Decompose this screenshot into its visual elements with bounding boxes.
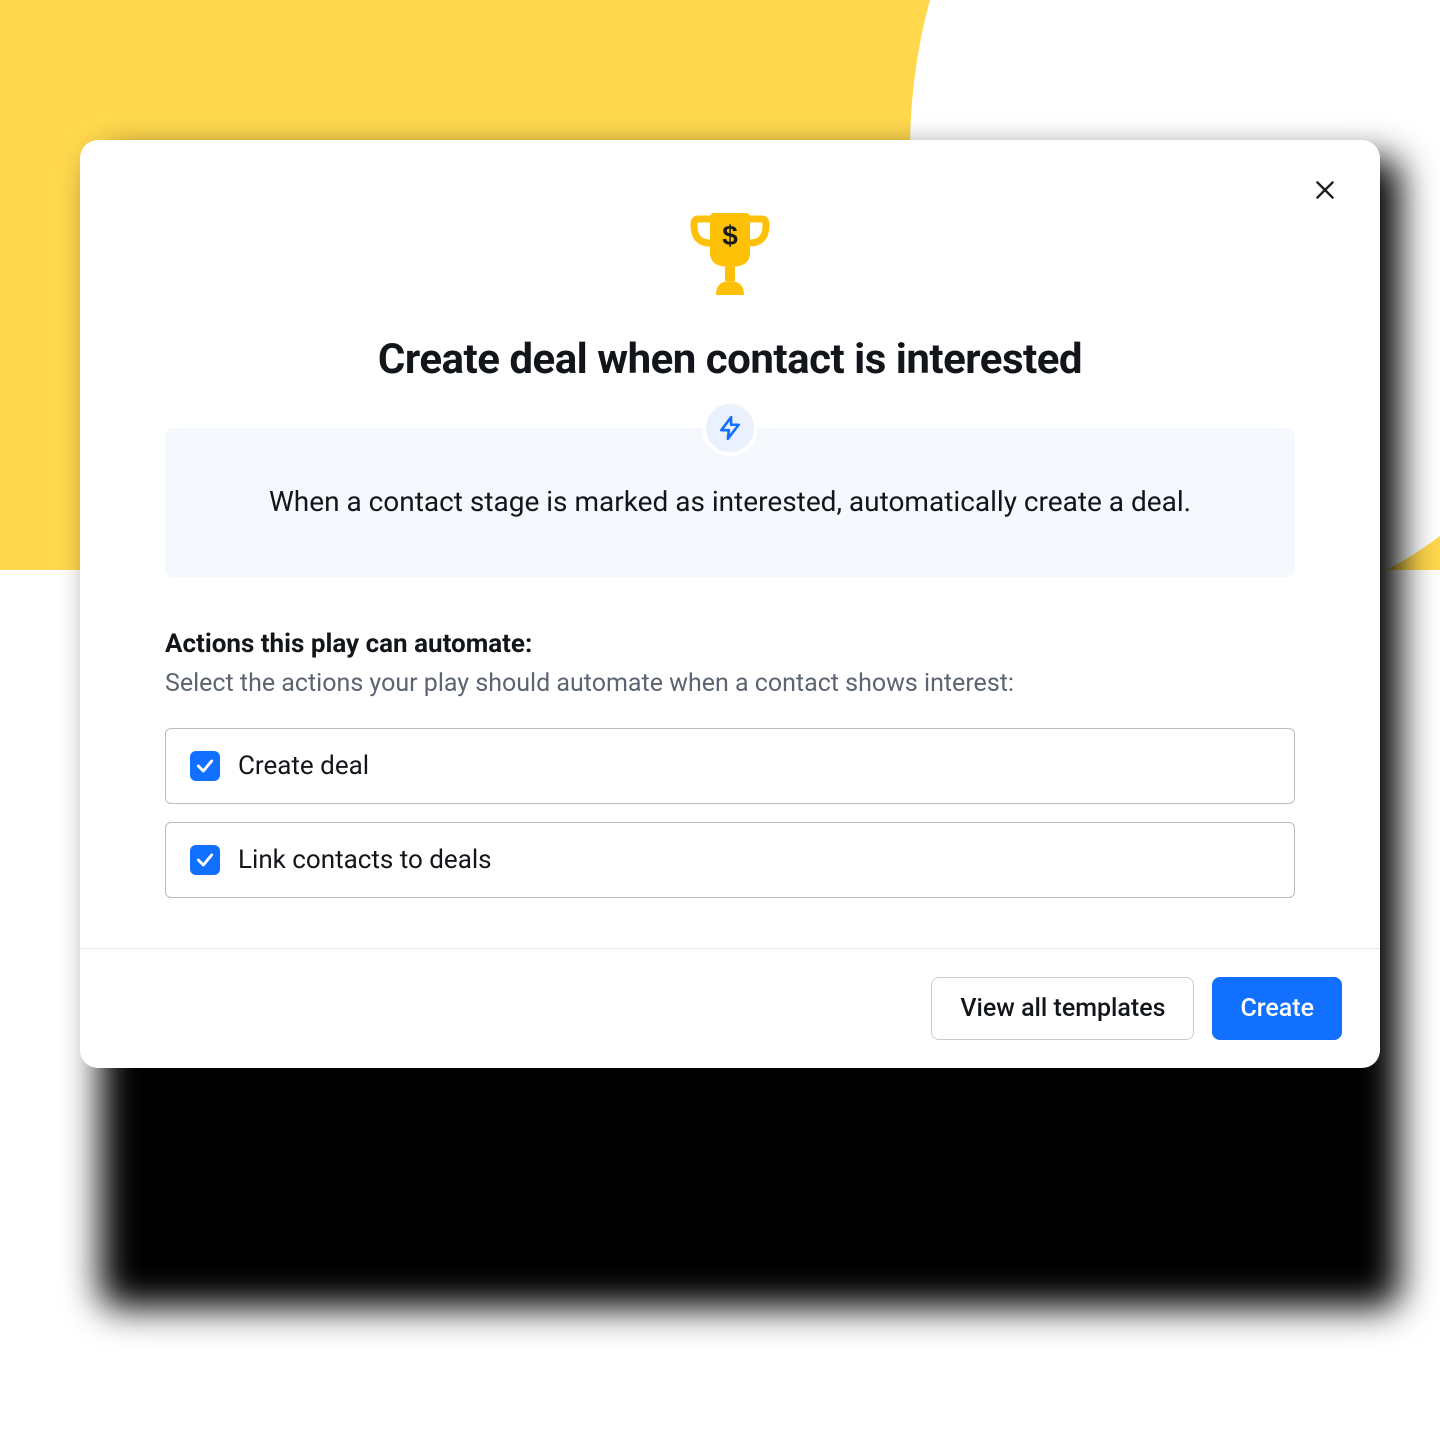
action-item-create-deal[interactable]: Create deal (165, 728, 1295, 804)
check-icon (195, 756, 215, 776)
modal-title: Create deal when contact is interested (165, 335, 1295, 384)
info-text: When a contact stage is marked as intere… (225, 482, 1235, 523)
create-button[interactable]: Create (1212, 977, 1342, 1040)
trophy-dollar-icon: $ (680, 205, 780, 305)
close-button[interactable] (1305, 170, 1345, 210)
info-box-wrap: When a contact stage is marked as intere… (165, 428, 1295, 577)
action-label: Create deal (238, 751, 369, 781)
checkbox[interactable] (190, 751, 220, 781)
trophy-icon-wrap: $ (165, 205, 1295, 305)
bolt-badge (702, 400, 758, 456)
svg-text:$: $ (722, 220, 738, 251)
actions-subheading: Select the actions your play should auto… (165, 669, 1295, 698)
view-all-templates-button[interactable]: View all templates (931, 977, 1194, 1040)
play-template-modal: $ Create deal when contact is interested… (80, 140, 1380, 1068)
modal-body: $ Create deal when contact is interested… (80, 140, 1380, 948)
close-icon (1312, 177, 1338, 203)
lightning-bolt-icon (717, 415, 743, 441)
modal-footer: View all templates Create (80, 948, 1380, 1068)
check-icon (195, 850, 215, 870)
action-list: Create deal Link contacts to deals (165, 728, 1295, 898)
checkbox[interactable] (190, 845, 220, 875)
actions-heading: Actions this play can automate: (165, 629, 1295, 659)
action-label: Link contacts to deals (238, 845, 492, 875)
action-item-link-contacts[interactable]: Link contacts to deals (165, 822, 1295, 898)
